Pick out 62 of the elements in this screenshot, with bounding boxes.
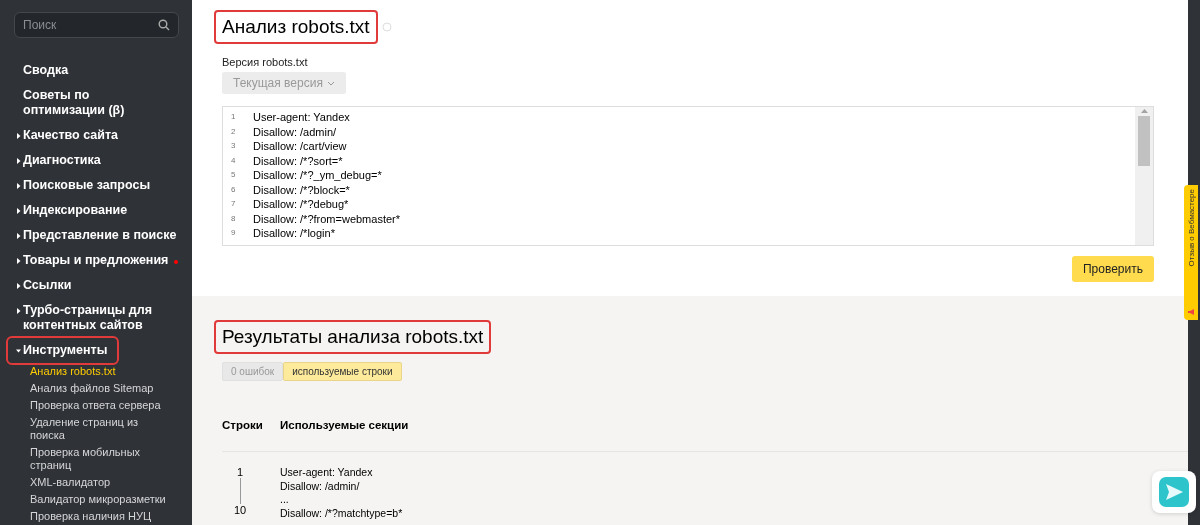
line-number: 7 [231,198,237,210]
sidebar-item[interactable]: Советы по оптимизации (β) [23,88,148,118]
code-line: Disallow: /admin/ [253,124,337,139]
sidebar-subitem[interactable]: Проверка мобильных страниц [30,444,155,474]
line-number: 5 [231,169,237,181]
line-number: 1 [236,466,244,478]
sidebar-item[interactable]: Диагностика [23,153,101,168]
sidebar-subitem[interactable]: Удаление страниц из поиска [30,414,155,444]
scrollbar-thumb[interactable] [1138,116,1150,166]
sidebar-item[interactable]: Качество сайта [23,128,118,143]
line-number: 3 [231,140,237,152]
scroll-up-icon [1140,109,1148,113]
code-line: User-agent: Yandex [280,466,374,480]
code-line: Disallow: /*?sort=* [253,153,343,168]
sidebar-subitem[interactable]: Проверка ответа сервера [30,397,190,414]
section-title: Результаты анализа robots.txt [214,320,492,354]
sidebar-subitem[interactable]: Проверка наличия НУЦ [30,508,190,525]
sidebar-subitem[interactable]: XML-валидатор [30,474,190,491]
line-number: 9 [231,227,237,239]
sidebar-item[interactable]: Поисковые запросы [23,178,151,193]
line-number: 6 [231,183,237,196]
sidebar-subitem[interactable]: Валидатор микроразметки [30,491,190,508]
page-title: Анализ robots.txt [214,10,378,44]
sidebar-item[interactable]: Турбо-страницы для контентных сайтов [23,303,189,333]
megaphone-icon [1187,308,1195,316]
code-line: Disallow: /admin/ [280,479,361,493]
code-line: Disallow: /*?from=webmaster* [253,211,401,226]
sidebar-item[interactable]: Инструменты [23,343,108,358]
sidebar-item[interactable]: Товары и предложения [23,253,169,268]
code-line: Disallow: /*login* [253,226,335,241]
sidebar-item[interactable]: Индексирование [23,203,128,218]
check-button[interactable]: Проверить [1072,256,1154,282]
search-icon [158,19,170,31]
chevron-down-icon [326,80,335,86]
line-number: 8 [231,212,237,225]
line-number: 1 [231,111,237,123]
sidebar-item[interactable]: Сводка [23,63,69,78]
line-number: 10 [233,504,247,516]
code-editor[interactable] [222,106,1154,246]
code-line: Disallow: /*?_ym_debug=* [253,168,382,183]
code-line: Disallow: /*?block=* [253,182,350,197]
column-header: Используемые секции [280,419,409,431]
paper-plane-icon [1159,477,1189,507]
sidebar-item[interactable]: Представление в поиске [23,228,177,243]
feedback-tab[interactable]: Отзыв о Вебмастере [1184,185,1198,320]
scrollbar[interactable] [1135,107,1153,245]
filter-tab[interactable]: используемые строки [283,362,402,381]
search-field[interactable]: Поиск [14,12,179,38]
code-line: ... [280,493,290,507]
sidebar-subitem[interactable]: Анализ файлов Sitemap [30,380,190,397]
column-header: Строки [222,419,264,431]
code-line: User-agent: Yandex [253,110,350,125]
chat-widget[interactable] [1152,471,1196,513]
code-line: Disallow: /*?debug* [253,197,349,212]
sidebar-subitem[interactable]: Анализ robots.txt [30,363,190,380]
info-icon[interactable] [381,22,392,32]
sidebar-item[interactable]: Ссылки [23,278,72,293]
line-number: 4 [231,154,237,167]
field-label: Версия robots.txt [222,56,309,68]
code-line: Disallow: /cart/view [253,139,347,154]
line-number: 2 [231,125,237,138]
code-line: Disallow: /*?matchtype=b* [280,506,403,520]
